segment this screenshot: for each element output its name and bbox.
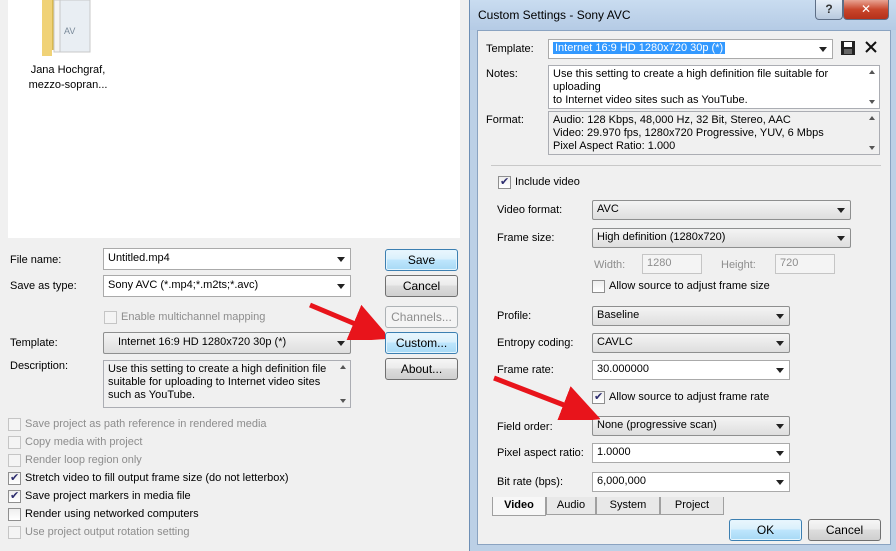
notes-text[interactable]: Use this setting to create a high defini… [548, 65, 880, 109]
option-networked-render[interactable]: Render using networked computers [8, 508, 199, 523]
chevron-down-icon[interactable] [837, 208, 845, 213]
file-name-field[interactable]: Untitled.mp4 [103, 248, 351, 270]
option-save-path-reference[interactable]: Save project as path reference in render… [8, 418, 267, 433]
frame-rate-label: Frame rate: [497, 364, 554, 376]
description-label: Description: [10, 360, 69, 372]
chevron-down-icon[interactable] [776, 480, 784, 485]
chevron-down-icon[interactable] [776, 424, 784, 429]
tab-video[interactable]: Video [492, 497, 546, 516]
file-name-label: File name: [10, 254, 62, 266]
frame-size-select[interactable]: High definition (1280x720) [592, 228, 851, 248]
save-as-type-label: Save as type: [10, 280, 77, 292]
save-button[interactable]: Save [385, 249, 458, 271]
option-copy-media[interactable]: Copy media with project [8, 436, 142, 451]
delete-template-icon[interactable] [863, 39, 879, 55]
height-field[interactable]: 720 [775, 254, 835, 274]
width-field[interactable]: 1280 [642, 254, 702, 274]
ok-button[interactable]: OK [729, 519, 802, 541]
dialog-client: Template: Internet 16:9 HD 1280x720 30p … [477, 30, 891, 545]
bit-rate-select[interactable]: 6,000,000 [592, 472, 790, 492]
option-stretch-video[interactable]: Stretch video to fill output frame size … [8, 472, 289, 487]
enable-multichannel-checkbox[interactable]: Enable multichannel mapping [104, 311, 265, 326]
custom-button[interactable]: Custom... [385, 332, 458, 354]
custom-settings-dialog: Custom Settings - Sony AVC ? ✕ Template:… [469, 0, 896, 551]
option-save-markers[interactable]: Save project markers in media file [8, 490, 191, 505]
template-select[interactable]: Internet 16:9 HD 1280x720 30p (*) [103, 332, 351, 354]
pixel-aspect-label: Pixel aspect ratio: [497, 447, 584, 459]
notes-label: Notes: [486, 68, 518, 80]
entropy-coding-select[interactable]: CAVLC [592, 333, 790, 353]
folder-icon[interactable]: AV [28, 0, 94, 58]
frame-size-label: Frame size: [497, 232, 555, 244]
help-icon: ? [825, 2, 833, 16]
field-order-select[interactable]: None (progressive scan) [592, 416, 790, 436]
template-label: Template: [10, 337, 58, 349]
include-video-checkbox[interactable]: Include video [498, 176, 580, 191]
entropy-coding-label: Entropy coding: [497, 337, 574, 349]
folder-badge: AV [64, 26, 75, 36]
chevron-down-icon[interactable] [337, 284, 345, 289]
field-order-label: Field order: [497, 421, 553, 433]
save-as-type-select[interactable]: Sony AVC (*.mp4;*.m2ts;*.avc) [103, 275, 351, 297]
height-label: Height: [721, 259, 756, 271]
profile-label: Profile: [497, 310, 532, 322]
help-button[interactable]: ? [815, 0, 843, 20]
window-title: Custom Settings - Sony AVC [478, 8, 631, 22]
chevron-down-icon[interactable] [837, 236, 845, 241]
about-button[interactable]: About... [385, 358, 458, 380]
render-as-dialog: AV Jana Hochgraf, mezzo-sopran... File n… [0, 0, 466, 551]
chevron-down-icon[interactable] [776, 314, 784, 319]
chevron-down-icon[interactable] [337, 257, 345, 262]
cancel-button[interactable]: Cancel [808, 519, 881, 541]
tab-audio[interactable]: Audio [546, 497, 596, 515]
video-format-label: Video format: [497, 204, 563, 216]
pixel-aspect-select[interactable]: 1.0000 [592, 443, 790, 463]
channels-button[interactable]: Channels... [385, 306, 458, 328]
file-browser-area[interactable]: AV Jana Hochgraf, mezzo-sopran... [8, 0, 460, 238]
format-scrollbar[interactable] [865, 112, 879, 154]
save-template-icon[interactable] [840, 40, 856, 56]
profile-select[interactable]: Baseline [592, 306, 790, 326]
tab-project[interactable]: Project [660, 497, 724, 515]
option-render-loop[interactable]: Render loop region only [8, 454, 142, 469]
close-icon: ✕ [860, 2, 872, 16]
template-select[interactable]: Internet 16:9 HD 1280x720 30p (*) [548, 39, 833, 59]
cancel-button[interactable]: Cancel [385, 275, 458, 297]
tab-system[interactable]: System [596, 497, 660, 515]
title-bar[interactable]: Custom Settings - Sony AVC ? ✕ [470, 0, 896, 30]
format-text: Audio: 128 Kbps, 48,000 Hz, 32 Bit, Ster… [548, 111, 880, 155]
close-button[interactable]: ✕ [843, 0, 889, 20]
chevron-down-icon[interactable] [819, 47, 827, 52]
option-output-rotation[interactable]: Use project output rotation setting [8, 526, 189, 541]
chevron-down-icon[interactable] [776, 368, 784, 373]
description-text: Use this setting to create a high defini… [103, 360, 351, 408]
description-scrollbar[interactable] [336, 361, 350, 407]
frame-rate-select[interactable]: 30.000000 [592, 360, 790, 380]
chevron-down-icon[interactable] [776, 451, 784, 456]
format-label: Format: [486, 114, 524, 126]
video-format-select[interactable]: AVC [592, 200, 851, 220]
folder-label[interactable]: Jana Hochgraf, mezzo-sopran... [8, 63, 128, 93]
notes-scrollbar[interactable] [865, 66, 879, 108]
allow-adjust-frame-size-checkbox[interactable]: Allow source to adjust frame size [592, 280, 770, 295]
allow-adjust-frame-rate-checkbox[interactable]: Allow source to adjust frame rate [592, 391, 769, 406]
bit-rate-label: Bit rate (bps): [497, 476, 564, 488]
template-label: Template: [486, 43, 534, 55]
chevron-down-icon[interactable] [337, 341, 345, 346]
width-label: Width: [594, 259, 626, 271]
chevron-down-icon[interactable] [776, 341, 784, 346]
